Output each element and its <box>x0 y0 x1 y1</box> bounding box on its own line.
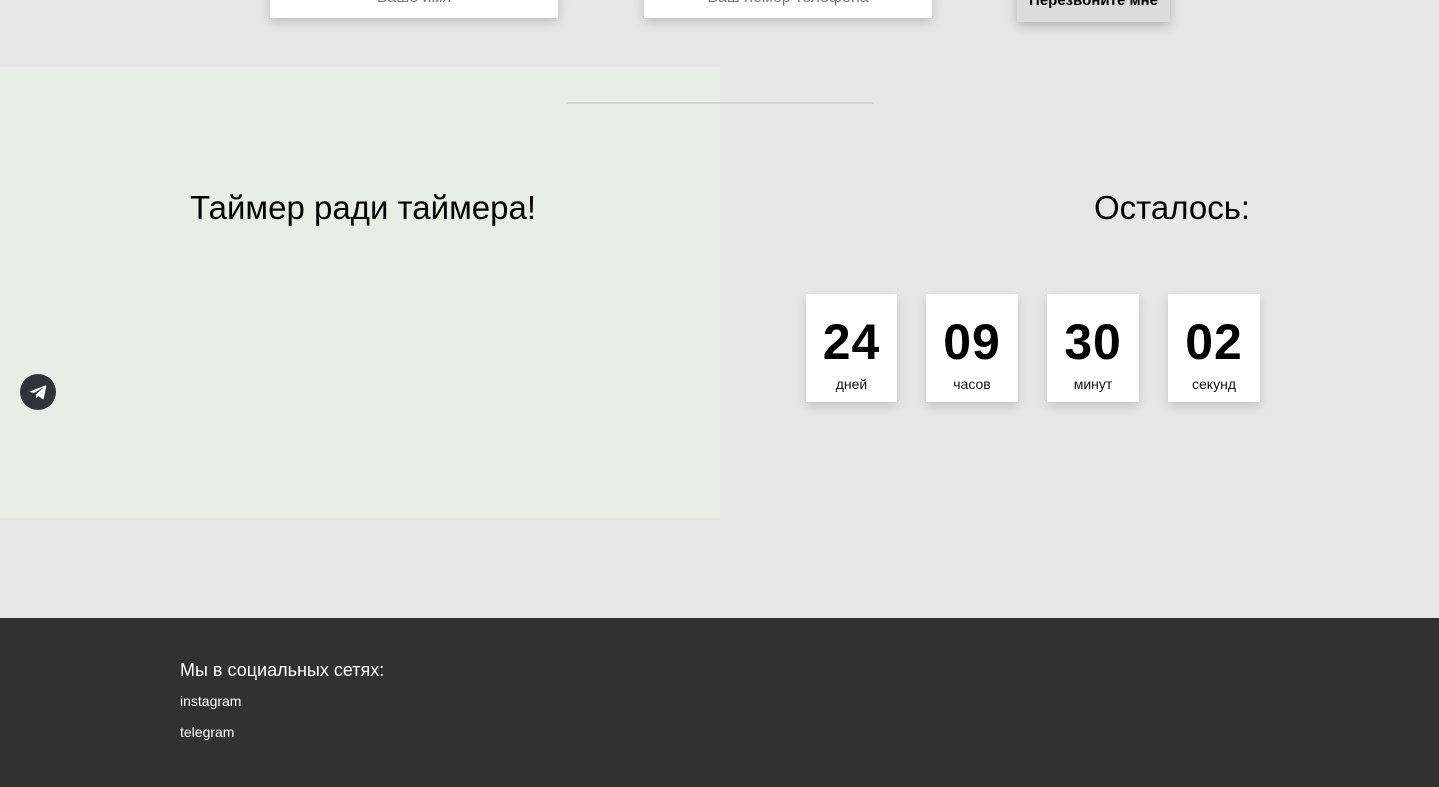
instagram-link[interactable]: instagram <box>180 693 241 709</box>
telegram-float-button[interactable] <box>20 374 56 410</box>
countdown-minutes: 30 минут <box>1047 294 1139 402</box>
callback-form: Перезвоните мне <box>0 0 1439 30</box>
section-divider <box>566 102 874 104</box>
phone-input[interactable] <box>644 0 932 18</box>
callback-button[interactable]: Перезвоните мне <box>1017 0 1170 22</box>
minutes-label: минут <box>1073 376 1113 392</box>
hours-label: часов <box>953 376 991 392</box>
countdown-days: 24 дней <box>806 294 897 402</box>
footer-social-title: Мы в социальных сетях: <box>180 660 385 680</box>
minutes-value: 30 <box>1064 314 1122 370</box>
seconds-label: секунд <box>1192 376 1236 392</box>
name-input[interactable] <box>270 0 558 18</box>
telegram-link[interactable]: telegram <box>180 724 234 740</box>
site-footer: Мы в социальных сетях: instagram telegra… <box>0 618 1439 787</box>
hours-value: 09 <box>943 314 1001 370</box>
telegram-icon <box>29 385 47 400</box>
countdown-seconds: 02 секунд <box>1168 294 1260 402</box>
days-label: дней <box>835 376 868 392</box>
countdown-hours: 09 часов <box>926 294 1018 402</box>
timer-heading: Осталось: <box>1094 189 1251 226</box>
days-value: 24 <box>822 314 881 370</box>
seconds-value: 02 <box>1185 314 1243 370</box>
promo-title: Таймер ради таймера! <box>189 189 537 226</box>
promo-panel <box>0 67 720 518</box>
